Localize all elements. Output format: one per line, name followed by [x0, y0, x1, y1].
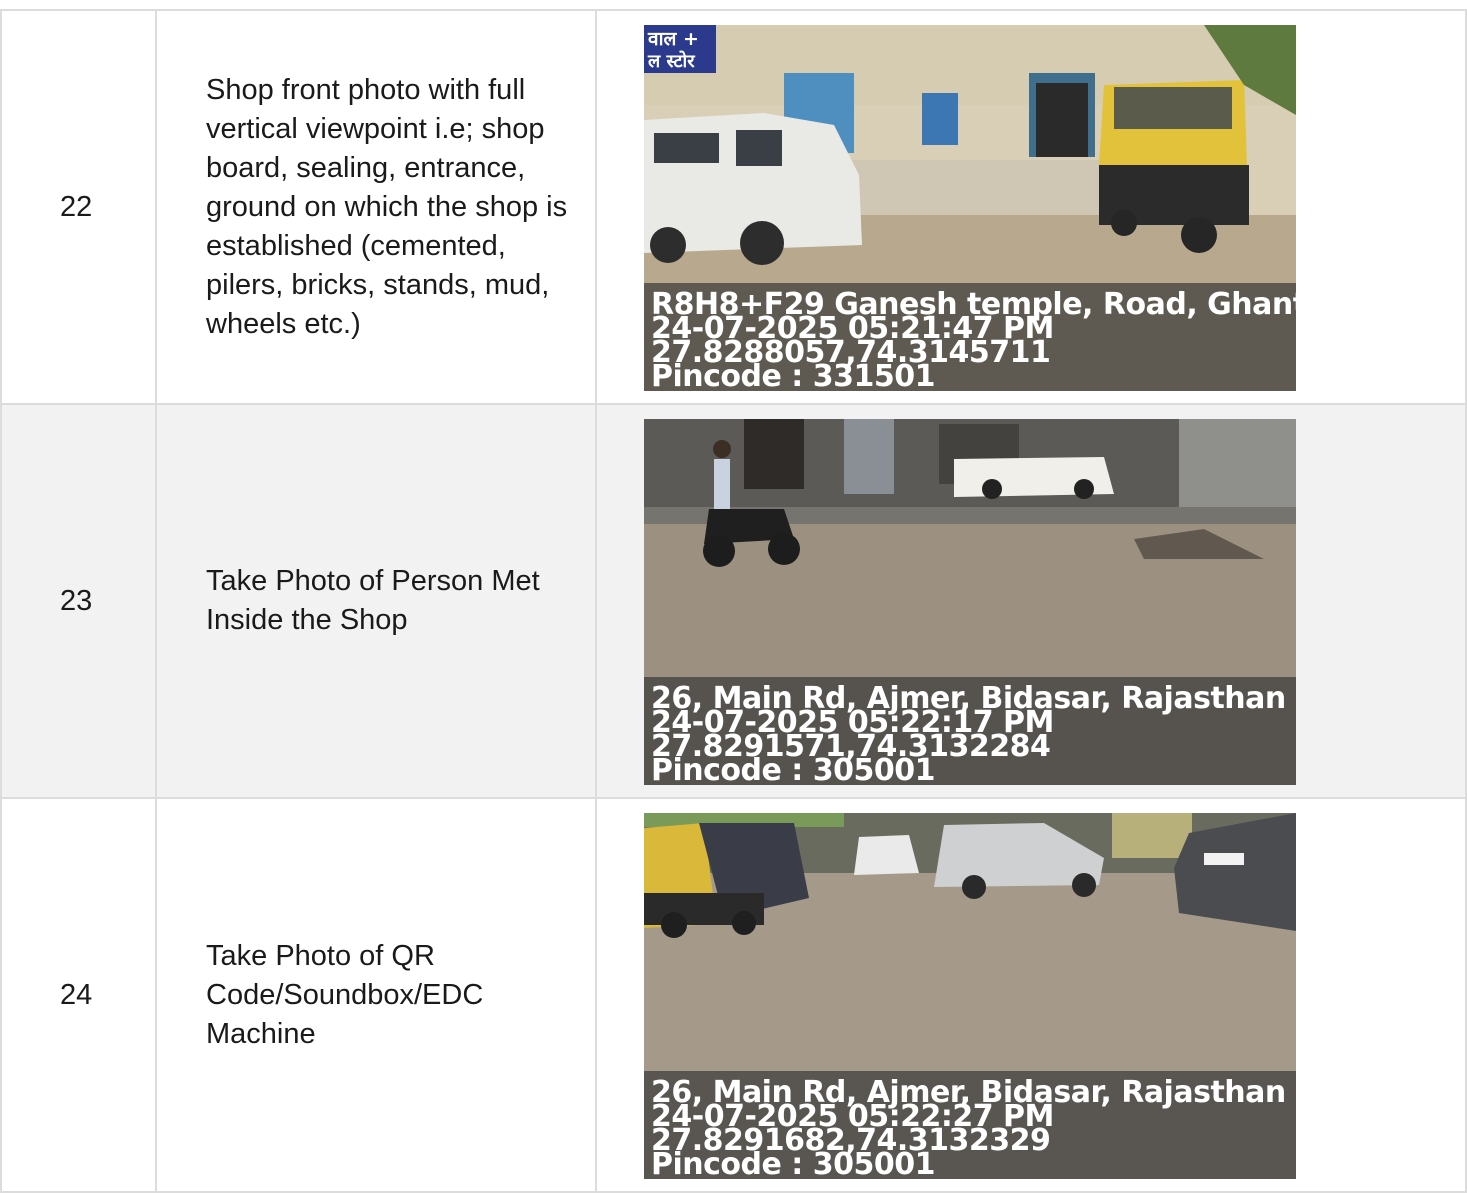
row-description: Take Photo of Person Met Inside the Shop [155, 403, 597, 799]
table-row: 22 Shop front photo with full vertical v… [0, 9, 1467, 405]
table-row: 23 Take Photo of Person Met Inside the S… [0, 403, 1467, 799]
geo-stamp: 26, Main Rd, Ajmer, Bidasar, Rajasthan .… [644, 1071, 1296, 1179]
geo-stamp: 26, Main Rd, Ajmer, Bidasar, Rajasthan .… [644, 677, 1296, 785]
row-description: Take Photo of QR Code/Soundbox/EDC Machi… [155, 797, 597, 1193]
photo-cell: 26, Main Rd, Ajmer, Bidasar, Rajasthan .… [595, 403, 1467, 799]
shop-sign-line-1: वाल + [647, 28, 699, 50]
person-met-photo: 26, Main Rd, Ajmer, Bidasar, Rajasthan .… [644, 419, 1296, 785]
photo-cell: 26, Main Rd, Ajmer, Bidasar, Rajasthan .… [595, 797, 1467, 1193]
row-number: 22 [0, 9, 157, 405]
row-description: Shop front photo with full vertical view… [155, 9, 597, 405]
row-number: 23 [0, 403, 157, 799]
qr-code-photo: 26, Main Rd, Ajmer, Bidasar, Rajasthan .… [644, 813, 1296, 1179]
shop-front-photo: वाल + ल स्टोर R8H8+F29 Ganesh temple, Ro… [644, 25, 1296, 391]
geo-stamp: R8H8+F29 Ganesh temple, Road, Ghantiyal … [644, 283, 1296, 391]
row-number: 24 [0, 797, 157, 1193]
verification-table: 22 Shop front photo with full vertical v… [0, 9, 1467, 1193]
table-row: 24 Take Photo of QR Code/Soundbox/EDC Ma… [0, 797, 1467, 1193]
photo-cell: वाल + ल स्टोर R8H8+F29 Ganesh temple, Ro… [595, 9, 1467, 405]
shop-sign-line-2: ल स्टोर [647, 50, 695, 72]
